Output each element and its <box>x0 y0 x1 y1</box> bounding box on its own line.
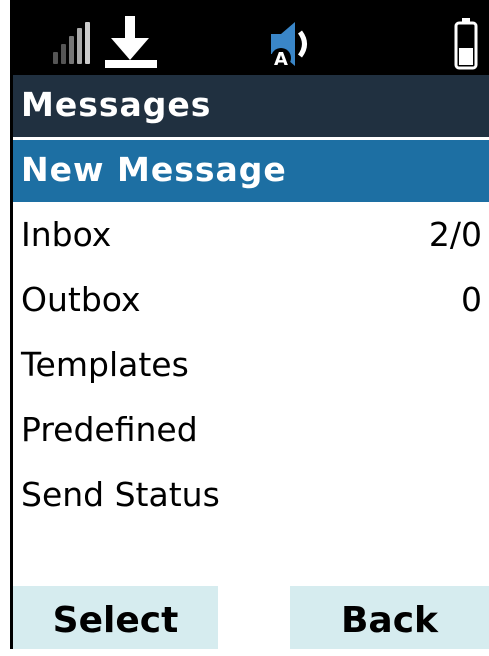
signal-strength-icon <box>53 22 93 64</box>
menu-item-inbox[interactable]: Inbox 2/0 <box>13 205 489 267</box>
menu-item-send-status[interactable]: Send Status <box>13 465 489 527</box>
back-softkey[interactable]: Back <box>290 586 489 649</box>
speaker-icon: A <box>271 22 307 70</box>
menu-item-label: Templates <box>21 345 189 384</box>
page-title: Messages <box>21 85 212 124</box>
title-bar: Messages <box>13 75 489 137</box>
menu-item-new-message[interactable]: New Message <box>13 140 489 202</box>
menu-item-label: Predefined <box>21 410 198 449</box>
menu-item-label: Send Status <box>21 475 220 514</box>
speaker-badge-text: A <box>274 49 288 70</box>
menu-item-label: Outbox <box>21 280 141 319</box>
menu-item-templates[interactable]: Templates <box>13 335 489 397</box>
menu-item-predefined[interactable]: Predefined <box>13 400 489 462</box>
download-icon <box>105 16 157 68</box>
menu-item-count: 2/0 <box>428 215 482 254</box>
phone-screen: A Messages New Message Inbox 2/0 Outbox … <box>13 0 489 649</box>
menu-item-label: Inbox <box>21 215 112 254</box>
select-softkey[interactable]: Select <box>13 586 218 649</box>
menu-item-count: 0 <box>461 280 482 319</box>
menu-item-outbox[interactable]: Outbox 0 <box>13 270 489 332</box>
menu-item-label: New Message <box>21 150 287 189</box>
battery-icon <box>454 18 478 70</box>
status-bar: A <box>13 0 489 75</box>
